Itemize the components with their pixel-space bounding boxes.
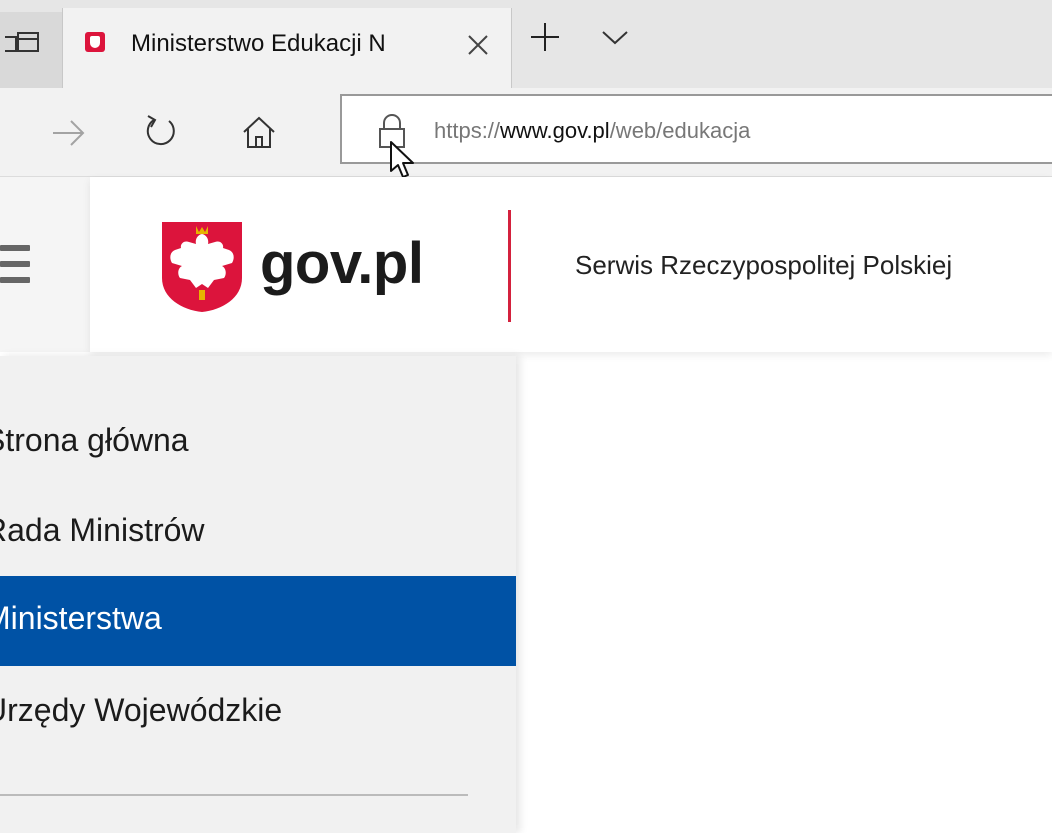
browser-toolbar: https://www.gov.pl/web/edukacja	[0, 88, 1052, 177]
sidebar-item-label: Rada Ministrów	[0, 512, 205, 548]
header-divider	[508, 210, 511, 322]
hamburger-menu-icon[interactable]	[0, 245, 30, 289]
tab-title: Ministerstwo Edukacji N	[131, 30, 386, 57]
url-text[interactable]: https://www.gov.pl/web/edukacja	[434, 118, 750, 144]
sidebar-divider	[0, 794, 468, 796]
address-bar[interactable]: https://www.gov.pl/web/edukacja	[340, 94, 1052, 164]
sidebar-item-label: Urzędy Wojewódzkie	[0, 692, 283, 728]
tab-preview-icon[interactable]	[2, 27, 42, 59]
sidebar-item-ministerstwa[interactable]: Ministerstwa	[0, 576, 516, 666]
sidebar-item-rada-ministrow[interactable]: Rada Ministrów	[0, 488, 516, 578]
url-prefix: https://	[434, 118, 501, 143]
chevron-down-icon[interactable]	[600, 28, 630, 48]
polish-eagle-icon	[162, 222, 242, 312]
forward-arrow-icon[interactable]	[45, 110, 91, 156]
url-path: /web/edukacja	[609, 118, 751, 143]
sidebar-item-label: Ministerstwa	[0, 600, 162, 636]
cursor-icon	[390, 141, 414, 178]
refresh-icon[interactable]	[138, 110, 184, 156]
close-icon[interactable]	[463, 30, 493, 60]
site-logo-text[interactable]: gov.pl	[260, 230, 424, 297]
sidebar-item-strona-glowna[interactable]: Strona główna	[0, 398, 516, 488]
active-tab[interactable]: Ministerstwo Edukacji N	[62, 8, 512, 88]
home-icon[interactable]	[236, 110, 282, 156]
site-tagline: Serwis Rzeczypospolitej Polskiej	[575, 250, 953, 280]
url-host: www.gov.pl	[500, 118, 610, 143]
favicon-icon	[85, 32, 105, 52]
sidebar-nav: Strona główna Rada Ministrów Ministerstw…	[0, 356, 516, 833]
browser-tab-bar: Ministerstwo Edukacji N	[0, 0, 1052, 88]
sidebar-item-label: Strona główna	[0, 422, 189, 458]
sidebar-item-urzedy-wojewodzkie[interactable]: Urzędy Wojewódzkie	[0, 668, 516, 758]
plus-icon[interactable]	[528, 20, 562, 54]
